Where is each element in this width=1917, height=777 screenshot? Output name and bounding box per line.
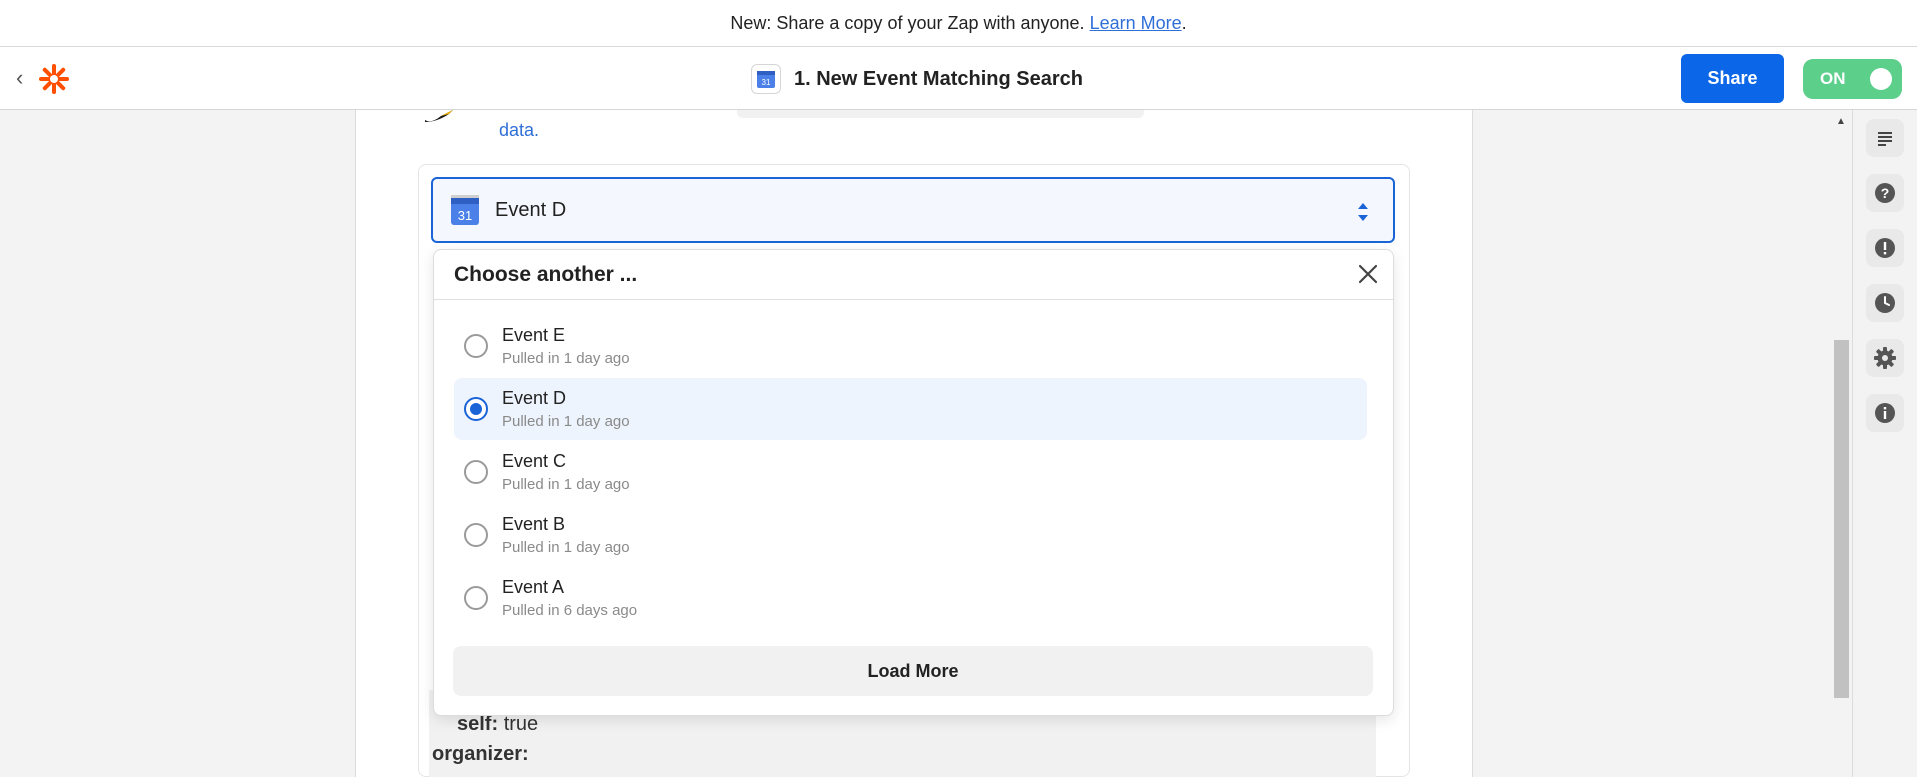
zapier-logo-icon[interactable]: [38, 63, 70, 95]
page-title: 1. New Event Matching Search: [794, 67, 1083, 90]
sort-chevrons-icon: [1358, 203, 1368, 221]
option-name: Event C: [502, 451, 567, 471]
toggle-label: ON: [1820, 69, 1846, 88]
option-event-a[interactable]: Event A Pulled in 6 days ago: [454, 567, 1367, 629]
option-name: Event D: [502, 388, 567, 408]
radio-button[interactable]: [464, 460, 488, 484]
option-subtitle: Pulled in 1 day ago: [502, 350, 630, 367]
editor-header: ‹ 31 1. New Event Matching Search Share …: [0, 47, 1917, 110]
radio-button-selected[interactable]: [464, 397, 488, 421]
help-icon[interactable]: ?: [1866, 174, 1904, 212]
radio-button[interactable]: [464, 586, 488, 610]
svg-text:31: 31: [762, 78, 771, 87]
zap-title[interactable]: 31 1. New Event Matching Search: [751, 63, 1083, 95]
toggle-knob: [1870, 68, 1892, 90]
record-organizer-key: organizer:: [432, 743, 529, 765]
option-subtitle: Pulled in 6 days ago: [502, 602, 638, 619]
option-event-d[interactable]: Event D Pulled in 1 day ago: [454, 378, 1367, 440]
field-bottom: [737, 110, 1144, 118]
option-event-b[interactable]: Event B Pulled in 1 day ago: [454, 504, 1367, 566]
gear-icon[interactable]: [1866, 339, 1904, 377]
scroll-up-arrow-icon[interactable]: ▲: [1836, 116, 1846, 127]
share-button[interactable]: Share: [1681, 54, 1784, 103]
alert-icon[interactable]: [1866, 229, 1904, 267]
record-dropdown: Choose another ... Event E Pulled in 1 d…: [433, 249, 1394, 716]
option-name: Event B: [502, 514, 566, 534]
close-icon[interactable]: [1357, 263, 1379, 285]
option-event-c[interactable]: Event C Pulled in 1 day ago: [454, 441, 1367, 503]
option-subtitle: Pulled in 1 day ago: [502, 413, 630, 430]
google-calendar-icon: 31: [751, 64, 781, 94]
dropdown-title: Choose another ...: [454, 263, 638, 286]
radio-button[interactable]: [464, 523, 488, 547]
record-self-row: self: true: [457, 713, 538, 736]
pencil-icon: [425, 110, 453, 122]
option-name: Event A: [502, 577, 565, 597]
svg-text:?: ?: [1881, 185, 1890, 201]
record-organizer-row: organizer:: [432, 743, 529, 766]
banner-text: New: Share a copy of your Zap with anyon…: [730, 12, 1085, 33]
record-self-key: self:: [457, 713, 499, 735]
dropdown-header: Choose another ...: [434, 250, 1393, 300]
record-self-value: true: [503, 713, 539, 735]
load-more-button[interactable]: Load More: [453, 646, 1373, 696]
data-link[interactable]: data.: [499, 120, 539, 141]
select-value: Event D: [495, 198, 567, 221]
record-select[interactable]: 31 Event D: [431, 177, 1395, 243]
banner-suffix: .: [1181, 12, 1187, 33]
option-event-e[interactable]: Event E Pulled in 1 day ago: [454, 315, 1367, 377]
google-calendar-icon: 31: [451, 195, 479, 225]
list-icon[interactable]: [1866, 119, 1904, 157]
svg-text:31: 31: [458, 208, 472, 223]
option-subtitle: Pulled in 1 day ago: [502, 476, 630, 493]
back-chevron-icon[interactable]: ‹: [16, 65, 36, 91]
scrollbar-thumb[interactable]: [1834, 340, 1849, 698]
announcement-banner: New: Share a copy of your Zap with anyon…: [0, 0, 1917, 47]
clock-icon[interactable]: [1866, 284, 1904, 322]
info-icon[interactable]: [1866, 394, 1904, 432]
option-name: Event E: [502, 325, 566, 345]
zap-on-toggle[interactable]: ON: [1803, 59, 1902, 99]
learn-more-link[interactable]: Learn More: [1090, 13, 1182, 34]
option-subtitle: Pulled in 1 day ago: [502, 539, 630, 556]
radio-button[interactable]: [464, 334, 488, 358]
